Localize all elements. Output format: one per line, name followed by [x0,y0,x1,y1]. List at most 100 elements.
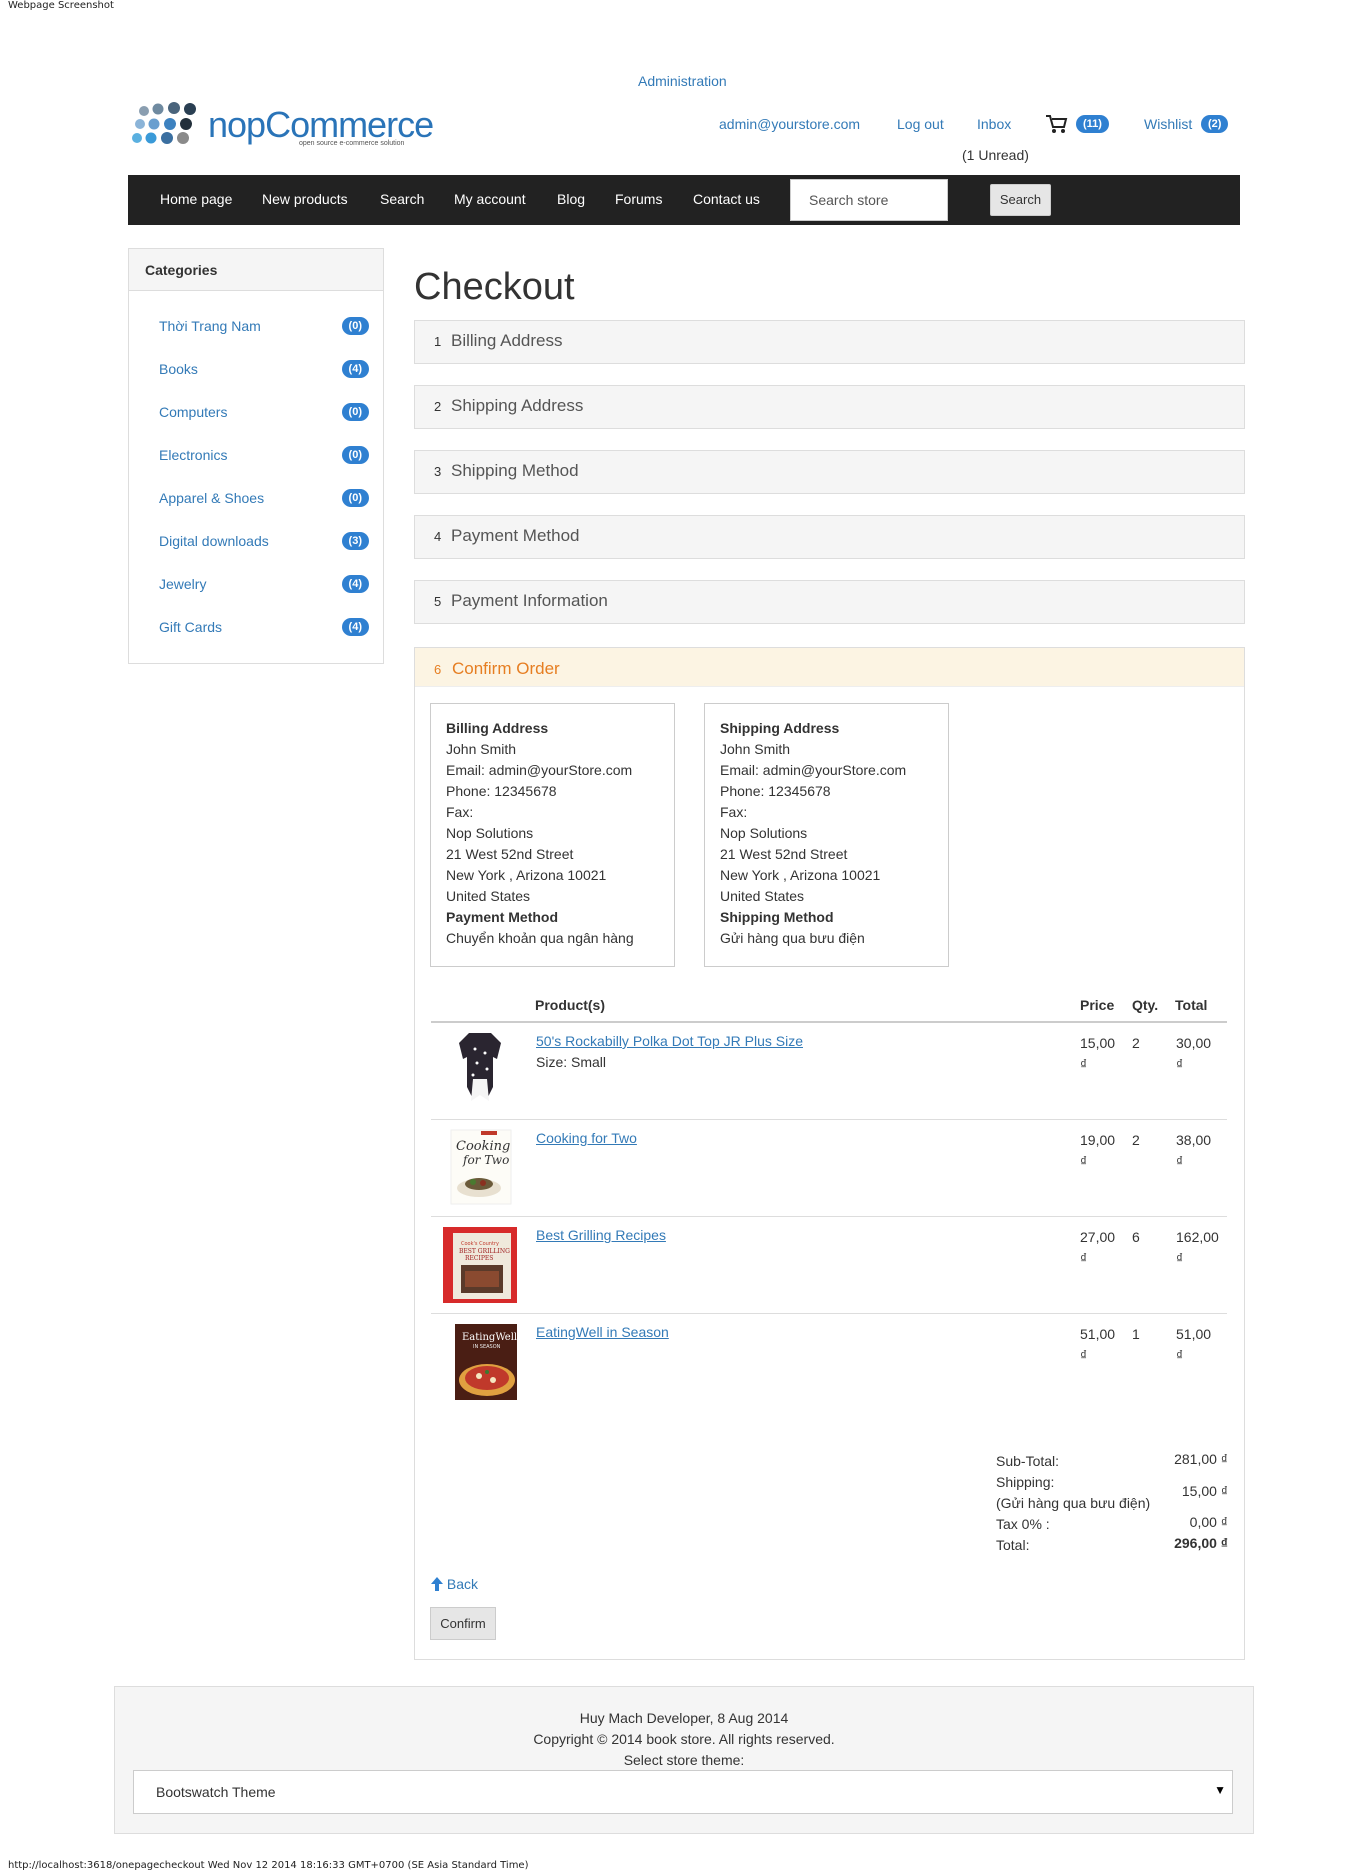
screenshot-footer-caption: http://localhost:3618/onepagecheckout We… [8,1860,529,1871]
product-name-link[interactable]: Cooking for Two [536,1130,637,1146]
step-payment-information[interactable]: 5 Payment Information [414,580,1245,624]
table-row: EatingWell IN SEASON EatingWell in Seaso… [431,1314,1227,1410]
step-number: 6 [434,662,442,677]
category-label[interactable]: Apparel & Shoes [159,490,264,506]
category-label[interactable]: Computers [159,404,227,420]
quantity: 2 [1132,1132,1140,1148]
shopping-cart-link[interactable]: (11) [1045,113,1109,138]
category-label[interactable]: Gift Cards [159,619,222,635]
step-title-link[interactable]: Payment Information [451,591,608,611]
theme-select[interactable]: Bootswatch Theme ▼ [133,1770,1233,1814]
unit-price: 51,00 [1080,1326,1116,1342]
administration-link[interactable]: Administration [638,73,727,89]
step-number: 5 [434,594,442,609]
product-image-best-grilling[interactable]: Cook's Country BEST GRILLING RECIPES [443,1223,521,1305]
logout-link[interactable]: Log out [897,116,944,132]
shipping-street: 21 West 52nd Street [720,846,848,862]
svg-text:IN SEASON: IN SEASON [473,1344,501,1350]
category-count-badge: (4) [341,618,369,636]
step-title-link[interactable]: Billing Address [451,331,563,351]
screenshot-caption: Webpage Screenshot [8,0,114,11]
logo-tagline: open source e-commerce solution [299,140,405,147]
category-label[interactable]: Electronics [159,447,227,463]
category-count-badge: (0) [341,403,369,421]
svg-text:for Two: for Two [462,1153,509,1167]
category-label[interactable]: Books [159,361,198,377]
sidebar-item-electronics[interactable]: Electronics (0) [159,445,369,467]
footer: Huy Mach Developer, 8 Aug 2014 Copyright… [114,1686,1254,1834]
shipping-value: 15,00 ₫ [1181,1483,1228,1499]
step-confirm-order[interactable]: 6 Confirm Order [415,648,1244,687]
inbox-link[interactable]: Inbox [977,116,1011,132]
nav-search[interactable]: Search [380,191,424,207]
sidebar-item-thoi-trang-nam[interactable]: Thời Trang Nam (0) [159,316,369,338]
confirm-order-panel: 6 Confirm Order Billing Address John Smi… [414,647,1245,1660]
step-shipping-address[interactable]: 2 Shipping Address [414,385,1245,429]
shipping-label: Shipping: [996,1474,1055,1490]
currency-symbol: ₫ [1080,1153,1088,1169]
quantity: 2 [1132,1035,1140,1051]
product-image-polka-top[interactable] [443,1029,517,1109]
quantity: 6 [1132,1229,1140,1245]
nav-my-account[interactable]: My account [454,191,526,207]
svg-text:BEST GRILLING: BEST GRILLING [459,1248,510,1255]
sidebar-item-books[interactable]: Books (4) [159,359,369,381]
shipping-email: Email: admin@yourStore.com [720,762,907,778]
sidebar-item-jewelry[interactable]: Jewelry (4) [159,574,369,596]
nav-new-products[interactable]: New products [262,191,348,207]
billing-country: United States [446,888,531,904]
product-attribute: Size: Small [536,1054,607,1070]
category-label[interactable]: Thời Trang Nam [159,318,261,334]
line-total: 30,00 [1176,1035,1212,1051]
back-link[interactable]: Back [431,1576,478,1592]
categories-title: Categories [145,262,218,278]
search-store-input[interactable]: Search store [790,179,948,221]
nav-contact-us[interactable]: Contact us [693,191,760,207]
product-image-cooking-for-two[interactable]: Cooking for Two [443,1126,517,1206]
step-shipping-method[interactable]: 3 Shipping Method [414,450,1245,494]
search-button[interactable]: Search [990,184,1051,216]
logo[interactable]: nopCommerce open source e-commerce solut… [132,102,437,154]
step-title-link[interactable]: Shipping Address [451,396,583,416]
billing-street: 21 West 52nd Street [446,846,574,862]
category-label[interactable]: Digital downloads [159,533,269,549]
currency-symbol: ₫ [1176,1250,1184,1266]
sidebar-item-gift-cards[interactable]: Gift Cards (4) [159,617,369,639]
nav-blog[interactable]: Blog [557,191,585,207]
billing-address-title: Billing Address [446,720,549,736]
step-title-link[interactable]: Payment Method [451,526,580,546]
column-header-total: Total [1175,997,1208,1013]
nav-forums[interactable]: Forums [615,191,662,207]
step-payment-method[interactable]: 4 Payment Method [414,515,1245,559]
category-label[interactable]: Jewelry [159,576,206,592]
sidebar-item-digital-downloads[interactable]: Digital downloads (3) [159,531,369,553]
sidebar-item-computers[interactable]: Computers (0) [159,402,369,424]
shipping-fax: Fax: [720,804,748,820]
step-title-link[interactable]: Shipping Method [451,461,579,481]
category-count-badge: (0) [341,489,369,507]
dropdown-arrow-icon: ▼ [1214,1783,1226,1797]
shipping-company: Nop Solutions [720,825,808,841]
main-nav-bar: Home page New products Search My account… [128,175,1240,225]
column-header-products: Product(s) [535,997,605,1013]
currency-symbol: ₫ [1176,1056,1184,1072]
tax-value: 0,00 ₫ [1189,1514,1228,1530]
total-value: 296,00 ₫ [1174,1535,1228,1551]
step-billing-address[interactable]: 1 Billing Address [414,320,1245,364]
sidebar-item-apparel-shoes[interactable]: Apparel & Shoes (0) [159,488,369,510]
product-name-link[interactable]: EatingWell in Season [536,1324,669,1340]
cart-count-badge: (11) [1076,115,1109,133]
product-name-link[interactable]: 50's Rockabilly Polka Dot Top JR Plus Si… [536,1033,803,1049]
inbox-unread-count: (1 Unread) [962,147,1029,163]
unit-price: 19,00 [1080,1132,1116,1148]
arrow-up-icon [431,1577,443,1591]
confirm-button[interactable]: Confirm [430,1607,496,1640]
nav-home-page[interactable]: Home page [160,191,232,207]
account-email-link[interactable]: admin@yourstore.com [719,116,860,132]
product-name-link[interactable]: Best Grilling Recipes [536,1227,666,1243]
payment-method-value: Chuyển khoản qua ngân hàng [446,930,634,946]
step-title-link[interactable]: Confirm Order [452,659,560,679]
wishlist-link[interactable]: Wishlist [1144,116,1192,132]
categories-sidebar: Categories Thời Trang Nam (0) Books (4) … [128,248,384,664]
product-image-eatingwell[interactable]: EatingWell IN SEASON [443,1320,517,1402]
